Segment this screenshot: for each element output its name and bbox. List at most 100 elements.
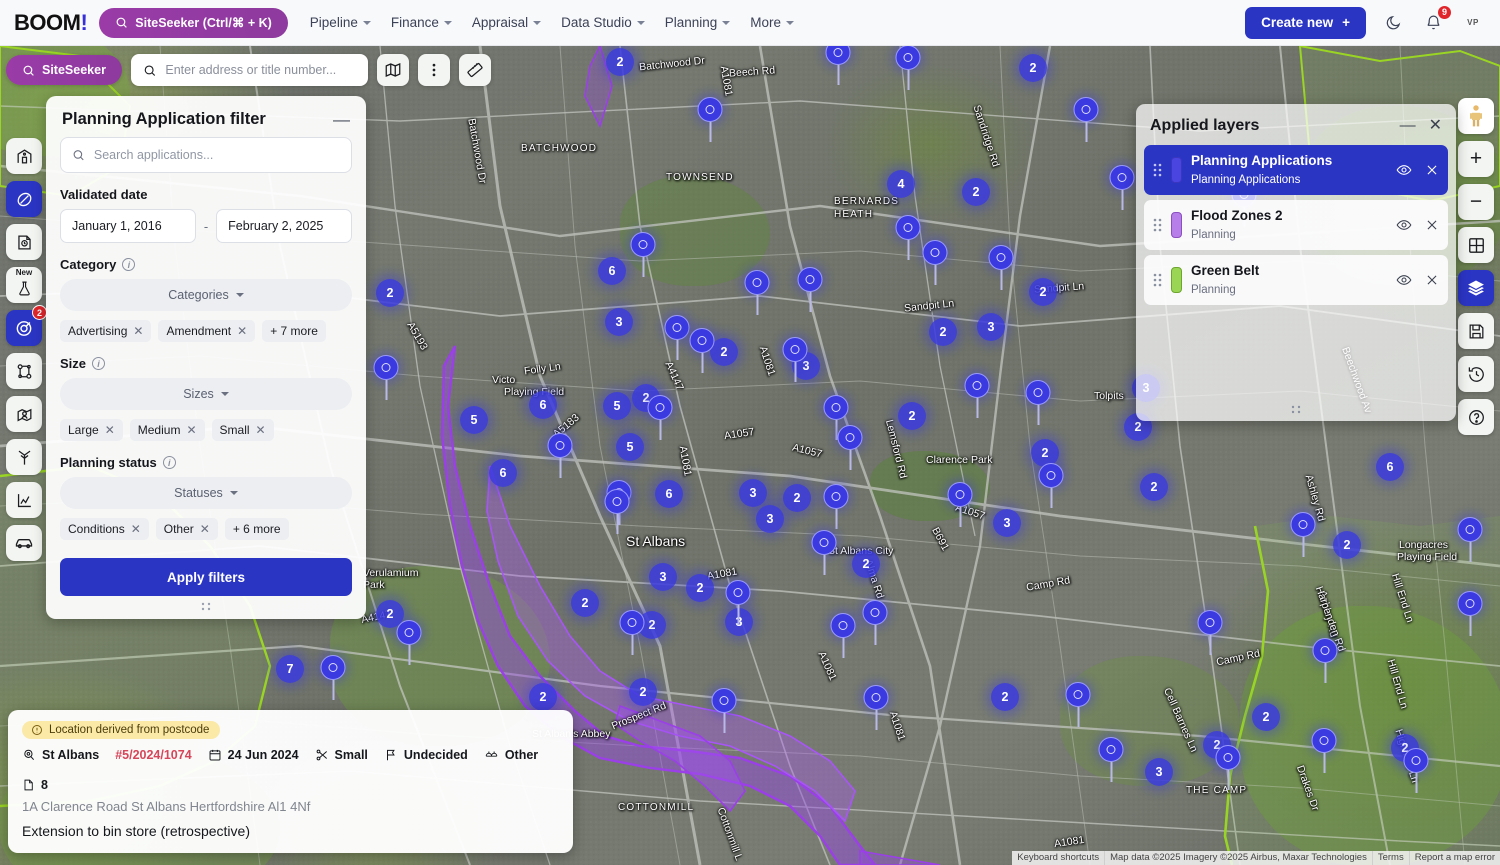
remove-chip-icon[interactable]: ✕ [200,522,210,536]
drag-handle-icon[interactable] [1153,218,1162,232]
map-cluster-marker[interactable]: 5 [460,406,488,434]
size-select[interactable]: Sizes [60,378,352,410]
map-cluster-marker[interactable]: 2 [606,48,634,76]
menu-item-planning[interactable]: Planning [665,15,731,30]
map-cluster-marker[interactable]: 2 [1333,531,1361,559]
date-to-input[interactable]: February 2, 2025 [216,209,352,243]
remove-chip-icon[interactable]: ✕ [131,522,141,536]
chip-small[interactable]: Small ✕ [211,419,274,441]
terms-link[interactable]: Terms [1371,851,1409,865]
remove-layer-icon[interactable] [1425,163,1439,177]
map-cluster-marker[interactable]: 2 [629,678,657,706]
info-icon[interactable]: i [122,258,136,271]
menu-item-more[interactable]: More [750,15,795,30]
drag-handle-icon[interactable] [1153,163,1162,177]
filter-panel-resize-handle[interactable] [46,596,366,613]
toggle-visibility-icon[interactable] [1396,272,1412,288]
map-cluster-marker[interactable]: 3 [756,505,784,533]
zoom-out-button[interactable]: − [1458,184,1494,220]
menu-item-pipeline[interactable]: Pipeline [310,15,371,30]
map-application-pin[interactable] [697,97,723,142]
filter-search-box[interactable] [60,137,352,173]
menu-item-finance[interactable]: Finance [391,15,452,30]
map-application-pin[interactable] [837,425,863,470]
report-map-error-link[interactable]: Report a map error [1408,851,1500,865]
map-cluster-marker[interactable]: 2 [898,402,926,430]
map-application-pin[interactable] [396,620,422,665]
map-cluster-marker[interactable]: 5 [603,392,631,420]
map-cluster-marker[interactable]: 6 [529,391,557,419]
notifications-button[interactable]: 9 [1420,4,1452,36]
map-cluster-marker[interactable]: 2 [376,279,404,307]
sidebar-item-analytics[interactable] [6,482,42,518]
menu-item-data-studio[interactable]: Data Studio [561,15,645,30]
map-application-pin[interactable] [1403,748,1429,793]
map-cluster-marker[interactable]: 2 [991,683,1019,711]
map-cluster-marker[interactable]: 2 [852,550,880,578]
map-cluster-marker[interactable]: 3 [993,509,1021,537]
layers-panel-minimize-button[interactable]: — [1400,118,1416,134]
search-input[interactable] [165,63,356,77]
category-select[interactable]: Categories [60,279,352,311]
chip-other[interactable]: Other ✕ [155,518,218,540]
map-application-pin[interactable] [320,655,346,700]
chip-amendment[interactable]: Amendment ✕ [158,320,256,342]
map-cluster-marker[interactable]: 6 [598,257,626,285]
map-application-pin[interactable] [1025,380,1051,425]
map-application-pin[interactable] [1197,610,1223,655]
map-application-pin[interactable] [1098,737,1124,782]
map-application-pin[interactable] [1290,512,1316,557]
map-cluster-marker[interactable]: 3 [1145,758,1173,786]
map-application-pin[interactable] [664,315,690,360]
map-application-pin[interactable] [988,245,1014,290]
map-application-pin[interactable] [895,215,921,260]
remove-chip-icon[interactable]: ✕ [256,423,266,437]
map-cluster-marker[interactable]: 3 [649,563,677,591]
sidebar-item-lab[interactable]: New [6,267,42,303]
sidebar-item-infrastructure[interactable] [6,439,42,475]
help-button[interactable] [1458,399,1494,435]
layer-row-flood-zones-2[interactable]: Flood Zones 2 Planning [1144,200,1448,250]
map-cluster-marker[interactable]: 2 [1252,703,1280,731]
apply-filters-button[interactable]: Apply filters [60,558,352,596]
map-cluster-marker[interactable]: 5 [616,433,644,461]
sidebar-item-targets[interactable]: 2 [6,305,47,346]
chip-category-more[interactable]: + 7 more [262,320,326,342]
map-cluster-marker[interactable]: 2 [1019,54,1047,82]
menu-item-appraisal[interactable]: Appraisal [472,15,542,30]
map-cluster-marker[interactable]: 3 [977,313,1005,341]
map-application-pin[interactable] [1109,165,1135,210]
map-cluster-marker[interactable]: 2 [686,574,714,602]
map-application-pin[interactable] [863,685,889,730]
map-cluster-marker[interactable]: 2 [571,589,599,617]
map-cluster-marker[interactable]: 2 [1029,278,1057,306]
chip-medium[interactable]: Medium ✕ [129,419,205,441]
filter-panel-minimize-button[interactable]: — [333,111,350,128]
map-cluster-marker[interactable]: 2 [962,178,990,206]
dark-mode-toggle[interactable] [1380,10,1406,36]
remove-chip-icon[interactable]: ✕ [186,423,196,437]
siteseeker-shortcut-button[interactable]: SiteSeeker (Ctrl/⌘ + K) [99,7,288,38]
map-application-pin[interactable] [1038,463,1064,508]
measure-tool-button[interactable] [458,54,491,86]
map-application-pin[interactable] [373,355,399,400]
meta-reference[interactable]: #5/2024/1074 [115,748,191,762]
sidebar-item-explore[interactable] [6,181,42,217]
map-cluster-marker[interactable]: 2 [929,318,957,346]
map-cluster-marker[interactable]: 3 [605,308,633,336]
map-application-pin[interactable] [711,688,737,733]
remove-chip-icon[interactable]: ✕ [237,324,247,338]
map-cluster-marker[interactable]: 2 [529,683,557,711]
sidebar-item-transport[interactable] [6,525,42,561]
map-application-pin[interactable] [647,395,673,440]
chip-status-more[interactable]: + 6 more [224,518,289,540]
layers-panel-resize-handle[interactable] [1136,401,1456,417]
create-new-button[interactable]: Create new + [1245,6,1366,39]
map-canvas[interactable]: Batchwood Dr Beech Rd BATCHWOOD TOWNSEND A10… [0,46,1500,865]
map-application-pin[interactable] [1457,591,1483,636]
drag-handle-icon[interactable] [1153,273,1162,287]
remove-layer-icon[interactable] [1425,218,1439,232]
map-application-pin[interactable] [830,613,856,658]
map-cluster-marker[interactable]: 2 [1140,473,1168,501]
brand-logo[interactable]: BOOM! [14,10,88,36]
